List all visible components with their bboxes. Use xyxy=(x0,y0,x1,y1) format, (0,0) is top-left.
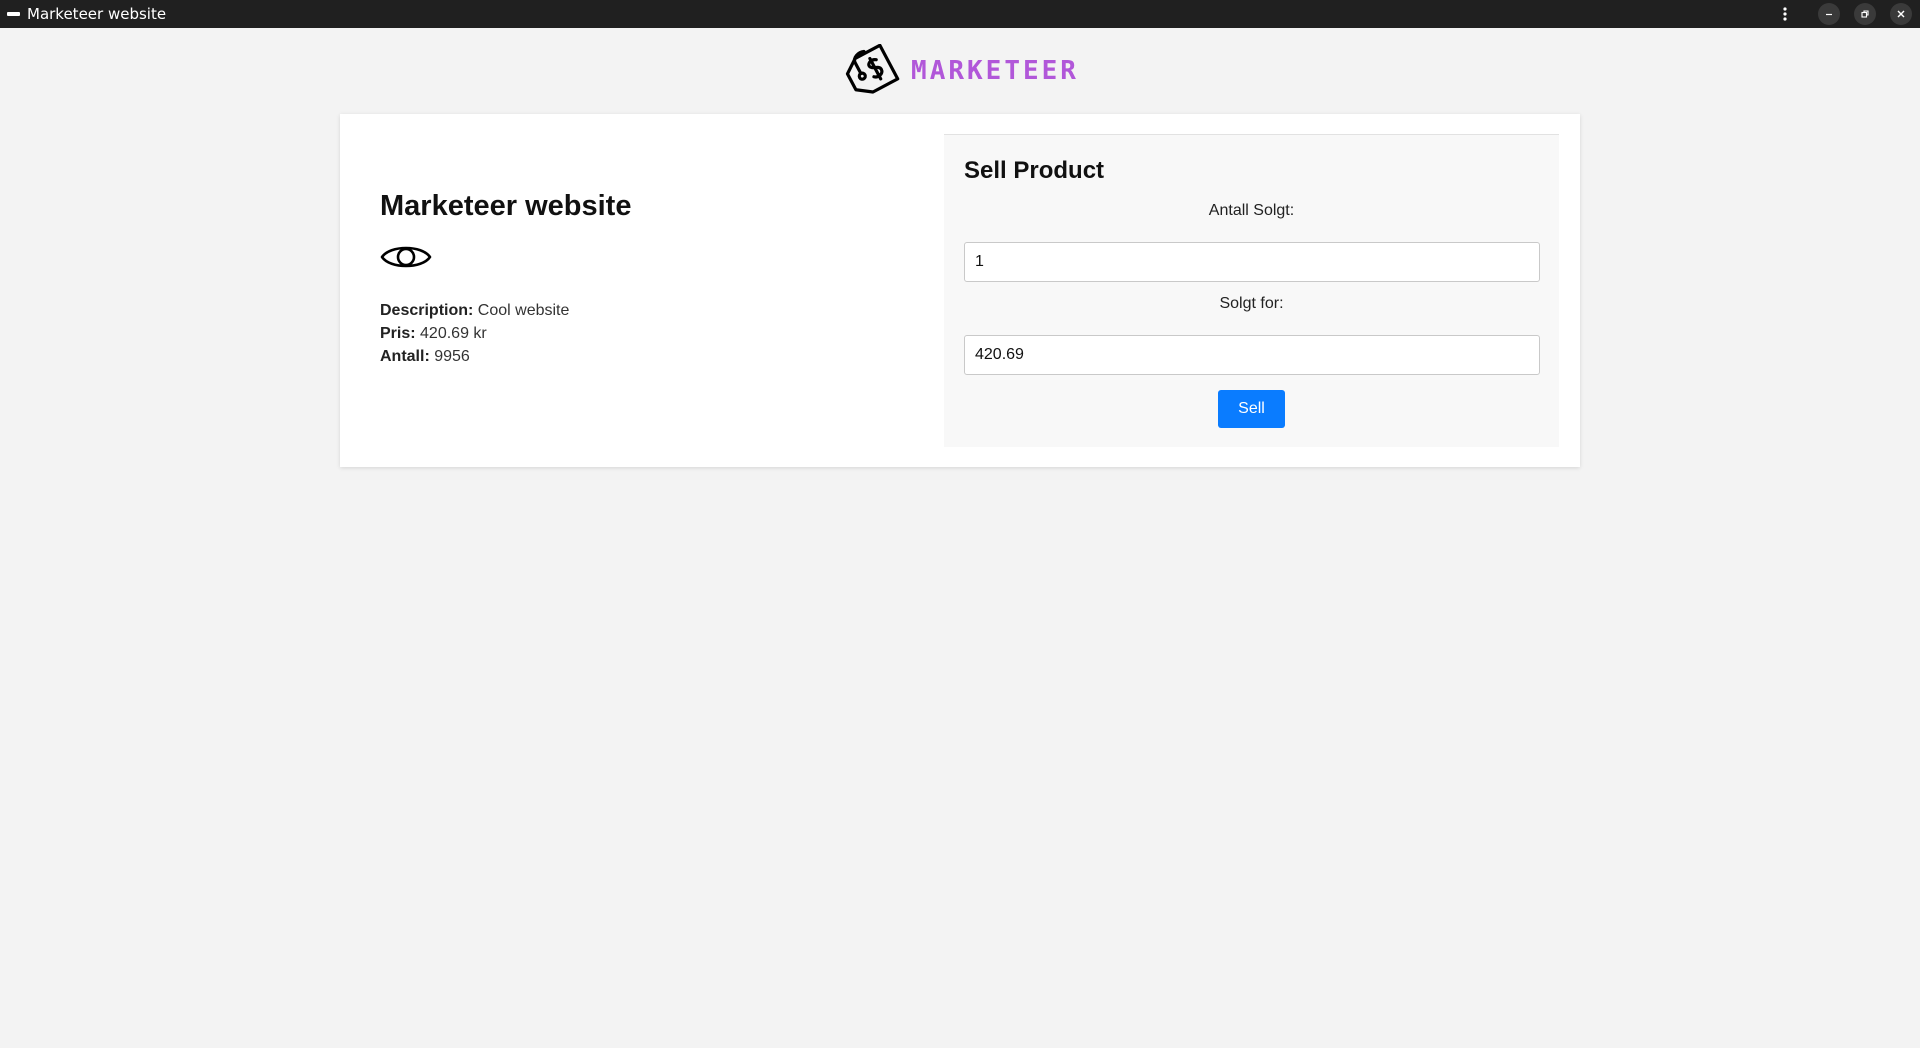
price-value: 420.69 kr xyxy=(420,325,487,342)
brand-name: MARKETEER xyxy=(911,56,1079,86)
quantity-value: 9956 xyxy=(434,348,470,365)
sell-panel-title: Sell Product xyxy=(964,157,1105,184)
quantity-label: Antall: xyxy=(380,348,430,365)
restore-button[interactable] xyxy=(1854,3,1876,25)
price-label: Pris: xyxy=(380,325,416,342)
view-product-button[interactable] xyxy=(380,241,432,273)
sold-price-input[interactable] xyxy=(964,335,1540,375)
menu-kebab-icon[interactable] xyxy=(1774,3,1796,25)
sold-quantity-label: Antall Solgt: xyxy=(1208,202,1295,219)
window-controls xyxy=(1774,0,1912,28)
price-tag-icon xyxy=(845,44,900,94)
brand-logo-link[interactable]: MARKETEER xyxy=(841,44,1079,98)
sell-product-panel: Sell Product Antall Solgt: Solgt for: Se… xyxy=(944,134,1559,447)
window-title: Marketeer website xyxy=(27,5,167,23)
close-button[interactable] xyxy=(1890,3,1912,25)
price-row: Pris: 420.69 kr xyxy=(380,322,900,345)
sold-quantity-input[interactable] xyxy=(964,242,1540,282)
product-card: Marketeer website Description: Cool webs… xyxy=(340,114,1580,467)
quantity-row: Antall: 9956 xyxy=(380,345,900,368)
restore-icon xyxy=(1861,10,1869,18)
eye-icon xyxy=(380,246,432,268)
close-icon xyxy=(1897,10,1905,18)
minimize-icon xyxy=(1826,13,1832,16)
description-row: Description: Cool website xyxy=(380,299,900,322)
window-titlebar: Marketeer website xyxy=(0,0,1920,28)
app-window-icon xyxy=(7,12,20,16)
sold-price-label: Solgt for: xyxy=(1219,295,1284,312)
product-info: Marketeer website Description: Cool webs… xyxy=(380,190,900,368)
product-details: Description: Cool website Pris: 420.69 k… xyxy=(380,299,900,368)
minimize-button[interactable] xyxy=(1818,3,1840,25)
description-label: Description: xyxy=(380,302,474,319)
sell-button[interactable]: Sell xyxy=(1218,390,1285,428)
site-header: MARKETEER xyxy=(0,44,1920,98)
description-value: Cool website xyxy=(477,302,570,319)
product-title: Marketeer website xyxy=(380,190,632,222)
